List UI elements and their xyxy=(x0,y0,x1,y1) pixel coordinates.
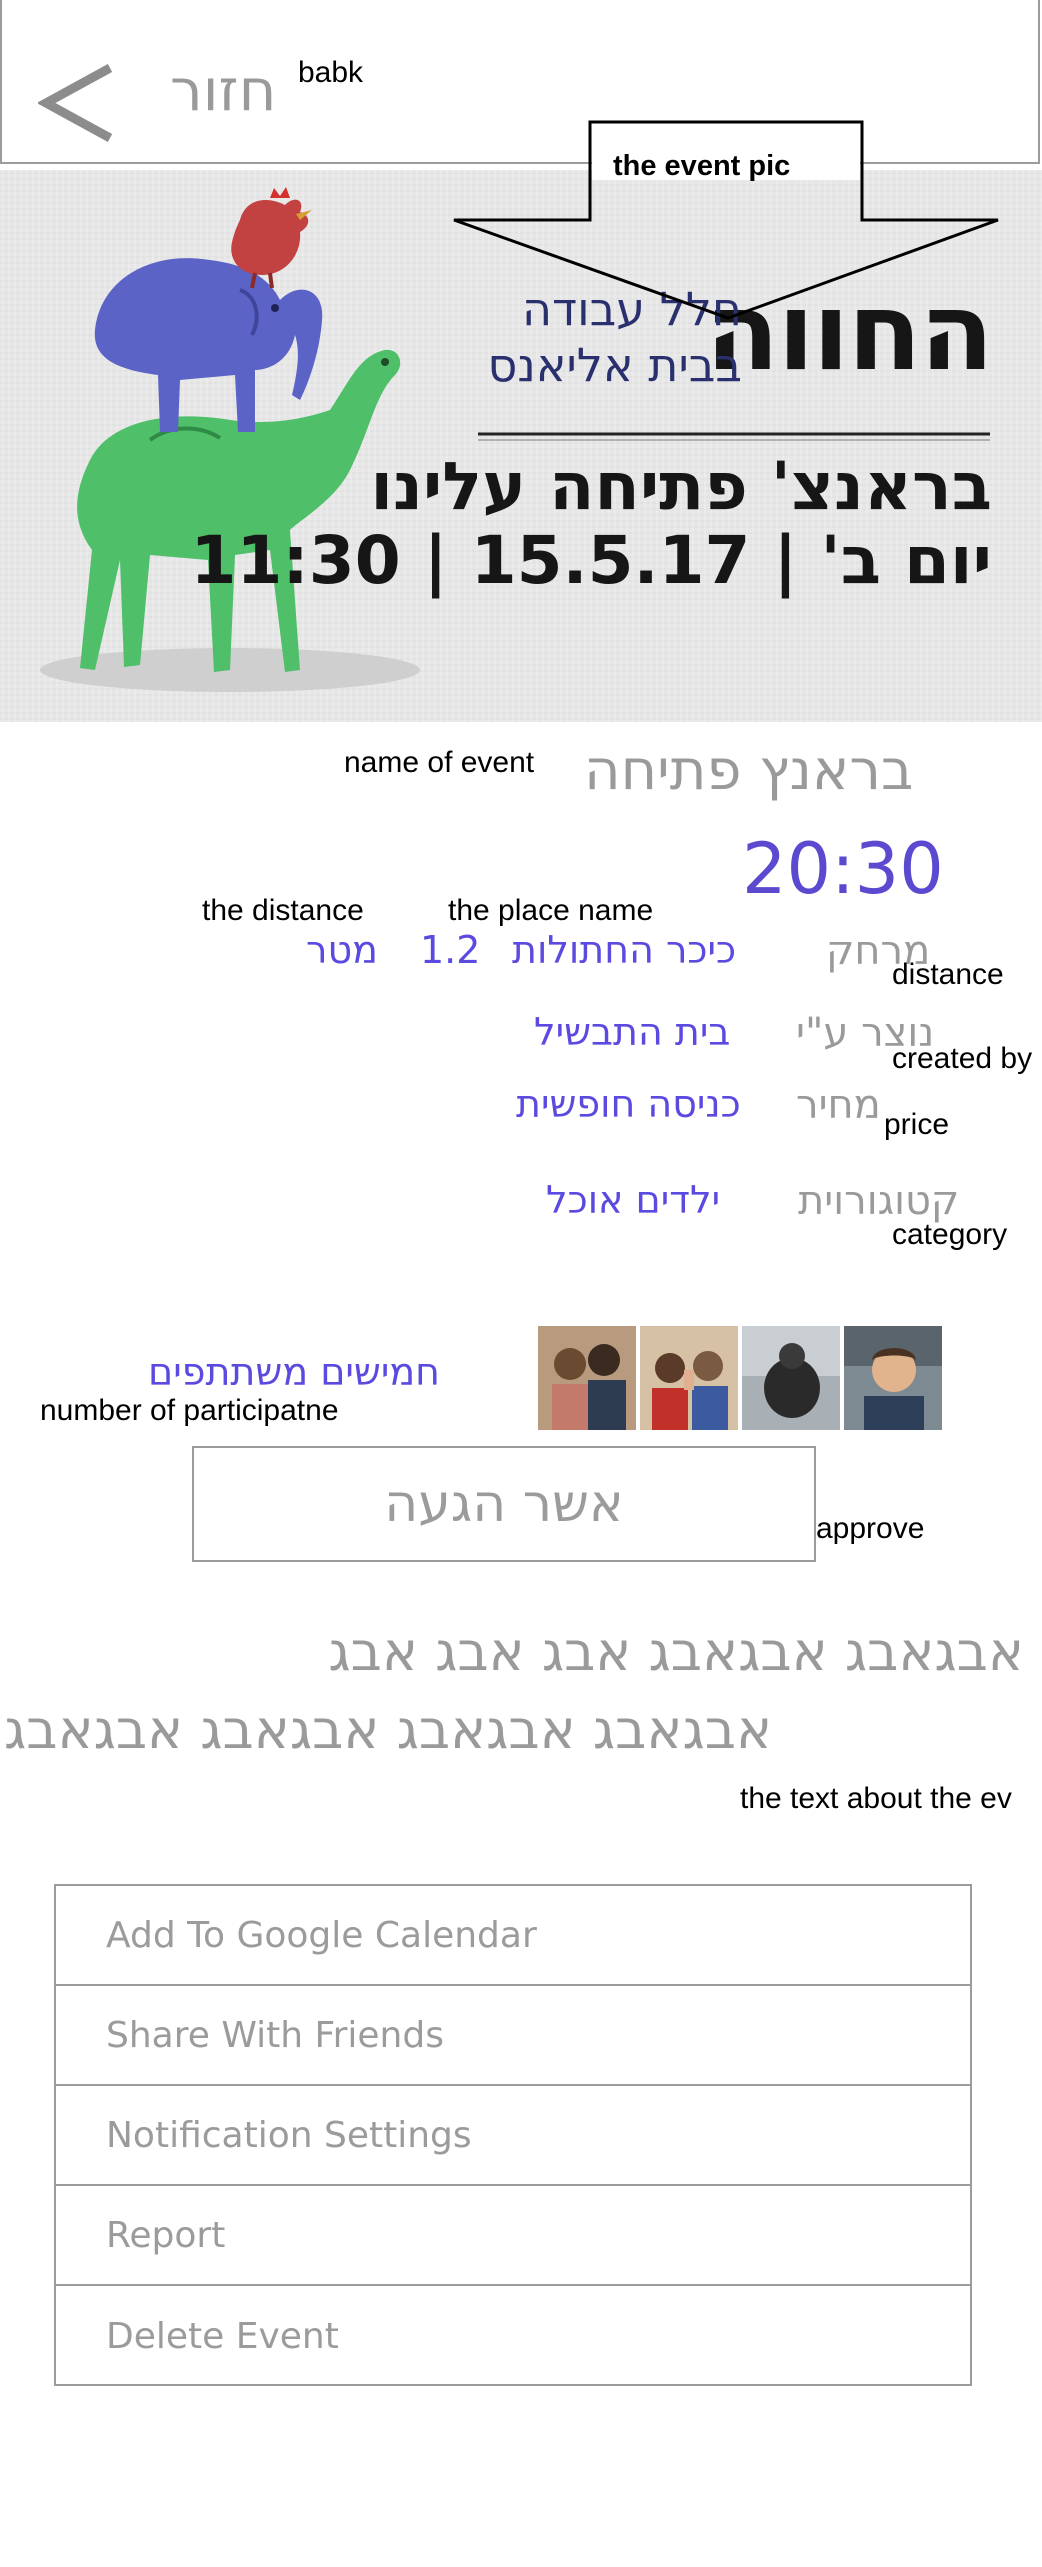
category-annotation: category xyxy=(892,1218,1008,1251)
menu-item-notification-settings[interactable]: Notification Settings xyxy=(56,2086,970,2186)
event-actions-menu: Add To Google Calendar Share With Friend… xyxy=(54,1884,972,2386)
menu-item-share-with-friends[interactable]: Share With Friends xyxy=(56,1986,970,2086)
category-value: ילדים אוכל xyxy=(546,1178,721,1222)
poster-date-line: יום ב' | 15.5.17 | 11:30 xyxy=(190,522,992,599)
distance-annotation: distance xyxy=(892,958,1004,991)
poster-headline: בראנצ' פתיחה עלינו xyxy=(370,448,992,525)
event-time: 20:30 xyxy=(742,828,944,910)
description-annotation: the text about the ev xyxy=(740,1782,1012,1815)
place-name-annotation: the place name xyxy=(448,894,654,927)
poster-subtitle-2: בבית אליאנס xyxy=(487,338,742,392)
distance-unit: מטר xyxy=(306,928,378,972)
event-description-line-1: אבגאבג אבגאבג אבג אבג אבג xyxy=(328,1620,1024,1683)
price-label: מחיר xyxy=(796,1082,881,1128)
the-distance-annotation: the distance xyxy=(202,894,364,927)
approve-annotation: approve xyxy=(816,1512,925,1545)
back-arrow-icon[interactable] xyxy=(36,62,118,148)
participant-avatar[interactable] xyxy=(538,1326,636,1430)
event-name: בראנץ פתיחה xyxy=(584,738,914,803)
price-value: כניסה חופשית xyxy=(516,1082,741,1126)
participant-avatar[interactable] xyxy=(640,1326,738,1430)
created-by-annotation: created by xyxy=(892,1042,1033,1075)
back-annotation: babk xyxy=(298,56,364,89)
participant-avatar[interactable] xyxy=(742,1326,840,1430)
participant-avatar[interactable] xyxy=(844,1326,942,1430)
menu-item-report[interactable]: Report xyxy=(56,2186,970,2286)
event-description-line-2: אבגאבג אבגאבג אבגאבג אבגאבג xyxy=(4,1698,773,1761)
back-button-label[interactable]: חזור xyxy=(170,56,277,124)
created-by-value: בית התבשיל xyxy=(534,1010,731,1054)
menu-item-delete-event[interactable]: Delete Event xyxy=(56,2286,970,2386)
approve-attendance-button[interactable]: אשר הגעה xyxy=(192,1446,816,1562)
event-name-annotation: name of event xyxy=(344,746,535,779)
participants-annotation: number of participatne xyxy=(40,1394,339,1427)
price-annotation: price xyxy=(884,1108,950,1141)
event-pic-annotation: the event pic xyxy=(613,150,791,182)
distance-place: כיכר החתולות xyxy=(512,928,737,972)
distance-value: 1.2 xyxy=(420,928,481,972)
participants-count[interactable]: חמישים משתתפים xyxy=(148,1350,440,1394)
menu-item-add-to-google-calendar[interactable]: Add To Google Calendar xyxy=(56,1886,970,1986)
